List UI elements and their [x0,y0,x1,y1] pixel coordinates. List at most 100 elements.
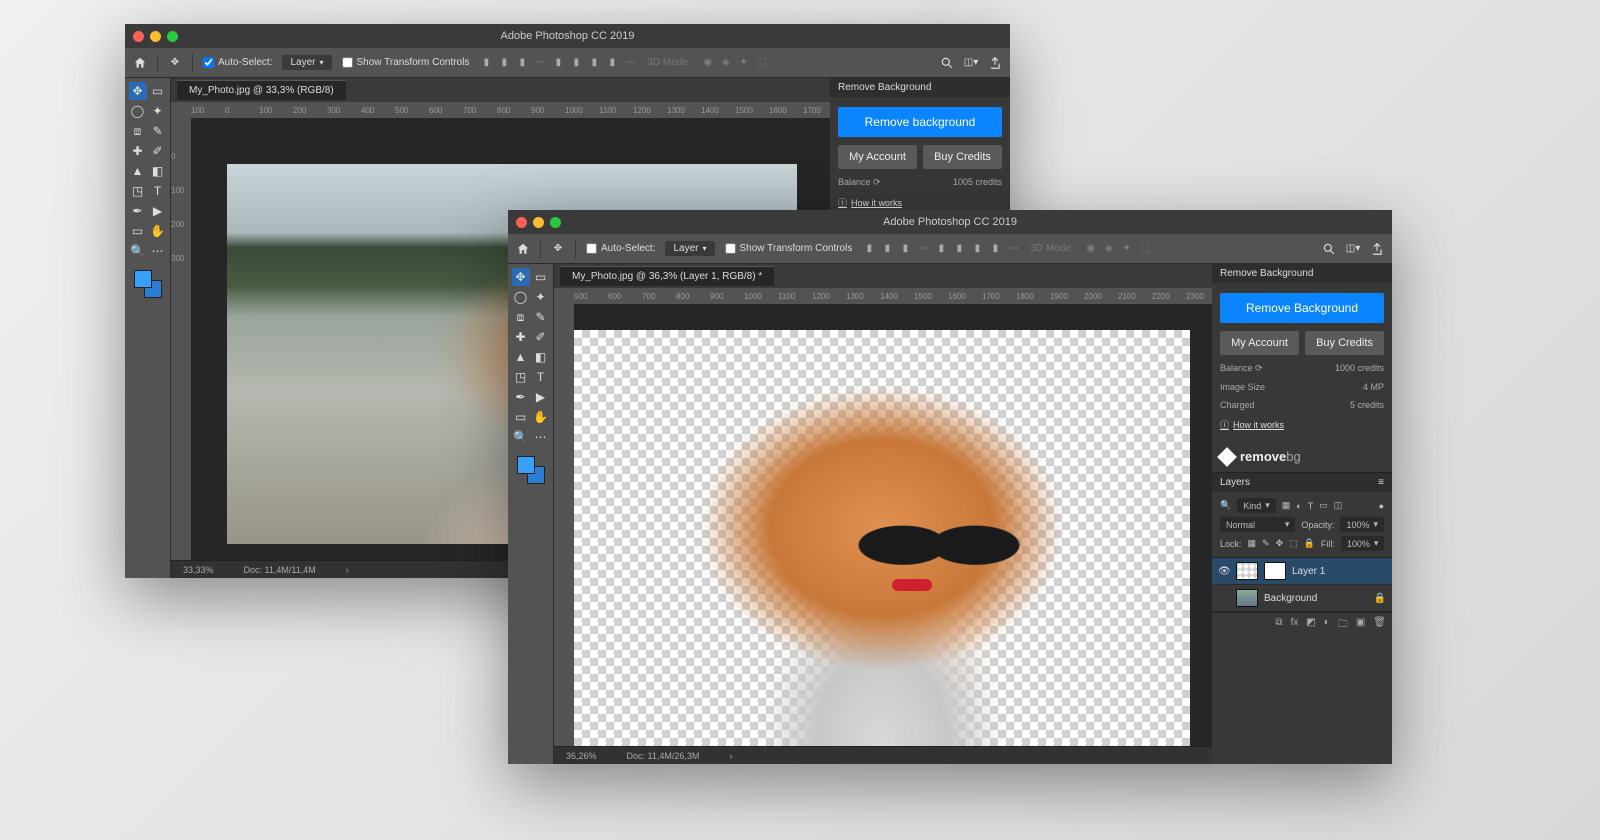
eraser-tool[interactable]: ◧ [532,348,550,366]
status-zoom[interactable]: 33,33% [183,565,214,575]
lock-artboard-icon[interactable]: ⬚ [1289,538,1298,549]
status-doc-size[interactable]: Doc: 11,4M/11,4M [244,565,316,575]
edit-toolbar[interactable]: ⋯ [532,428,550,446]
show-transform-checkbox[interactable]: Show Transform Controls [342,57,470,68]
titlebar[interactable]: Adobe Photoshop CC 2019 [125,24,1010,48]
remove-background-button[interactable]: Remove Background [1220,293,1384,323]
type-tool[interactable]: T [149,182,167,200]
home-icon[interactable] [133,56,147,70]
move-tool-icon[interactable]: ✥ [168,56,182,70]
how-it-works-link[interactable]: ⓘHow it works [1220,418,1384,431]
search-icon[interactable] [1322,242,1336,256]
adjustment-icon[interactable]: ◐ [1324,617,1330,634]
filter-shape-icon[interactable]: ▭ [1319,500,1328,511]
mask-icon[interactable]: ◩ [1306,617,1315,634]
filter-pixel-icon[interactable]: ▦ [1282,500,1291,511]
my-account-button[interactable]: My Account [1220,331,1299,355]
share-icon[interactable] [988,56,1002,70]
path-select-tool[interactable]: ▶ [532,388,550,406]
pen-tool[interactable]: ✒ [129,202,147,220]
auto-select-checkbox[interactable]: Auto-Select: [203,57,272,68]
ruler-horizontal[interactable]: 1000100200300400500600700800900100011001… [191,102,830,118]
layer-thumbnail[interactable] [1236,589,1258,607]
remove-background-button[interactable]: Remove background [838,107,1002,137]
opacity-field[interactable]: 100% ▾ [1340,517,1384,532]
ruler-horizontal[interactable]: 5006007008009001000110012001300140015001… [574,288,1212,304]
document-tab[interactable]: My_Photo.jpg @ 33,3% (RGB/8) [177,80,346,100]
buy-credits-button[interactable]: Buy Credits [1305,331,1384,355]
panel-tab-remove-bg[interactable]: Remove Background [830,78,1010,97]
layers-panel-title[interactable]: Layers [1220,477,1250,488]
status-chevron-icon[interactable]: › [729,751,732,761]
panel-menu-icon[interactable]: ≡ [1378,477,1384,488]
move-tool[interactable]: ✥ [129,82,147,100]
move-tool[interactable]: ✥ [512,268,530,286]
close-icon[interactable] [516,217,527,228]
magic-wand-tool[interactable]: ✦ [149,102,167,120]
lock-all-icon[interactable]: 🔒 [1304,538,1315,549]
layer-name[interactable]: Background [1264,593,1317,604]
magic-wand-tool[interactable]: ✦ [532,288,550,306]
minimize-icon[interactable] [150,31,161,42]
blend-mode-dropdown[interactable]: Normal ▾ [1220,517,1295,532]
gradient-tool[interactable]: ◳ [129,182,147,200]
maximize-icon[interactable] [167,31,178,42]
maximize-icon[interactable] [550,217,561,228]
status-chevron-icon[interactable]: › [346,565,349,575]
path-select-tool[interactable]: ▶ [149,202,167,220]
lock-position-icon[interactable]: ✥ [1276,538,1284,549]
shape-tool[interactable]: ▭ [129,222,147,240]
panel-tab-remove-bg[interactable]: Remove Background [1212,264,1392,283]
layer-mask-thumbnail[interactable] [1264,562,1286,580]
my-account-button[interactable]: My Account [838,145,917,169]
filter-smart-icon[interactable]: ◫ [1334,500,1343,511]
layer-name[interactable]: Layer 1 [1292,566,1325,577]
stamp-tool[interactable]: ▲ [129,162,147,180]
lock-transparent-icon[interactable]: ▦ [1248,538,1257,549]
ruler-vertical[interactable] [554,304,574,746]
auto-select-checkbox[interactable]: Auto-Select: [586,243,655,254]
auto-select-target-dropdown[interactable]: Layer▾ [282,55,331,70]
pen-tool[interactable]: ✒ [512,388,530,406]
brush-tool[interactable]: ✐ [149,142,167,160]
group-icon[interactable]: 🗀 [1338,617,1348,634]
eyedropper-tool[interactable]: ✎ [532,308,550,326]
layer-filter-kind[interactable]: Kind ▾ [1237,498,1276,513]
align-buttons[interactable]: ▮▮▮ ⋯▮▮▮▮ ⋯ [479,56,637,70]
eyedropper-tool[interactable]: ✎ [149,122,167,140]
link-layers-icon[interactable]: ⧉ [1275,617,1282,634]
layer-row[interactable]: Background 🔒 [1212,585,1392,612]
filter-type-icon[interactable]: T [1308,501,1314,511]
layer-row[interactable]: 👁 Layer 1 [1212,558,1392,585]
color-swatches[interactable] [517,456,545,484]
document-tab[interactable]: My_Photo.jpg @ 36,3% (Layer 1, RGB/8) * [560,266,774,286]
crop-tool[interactable]: ⧈ [512,308,530,326]
delete-icon[interactable]: 🗑 [1373,617,1386,634]
move-tool-icon[interactable]: ✥ [551,242,565,256]
eraser-tool[interactable]: ◧ [149,162,167,180]
color-swatches[interactable] [134,270,162,298]
gradient-tool[interactable]: ◳ [512,368,530,386]
titlebar[interactable]: Adobe Photoshop CC 2019 [508,210,1392,234]
share-icon[interactable] [1370,242,1384,256]
zoom-tool[interactable]: 🔍 [512,428,530,446]
workspace-icon[interactable]: ◫▾ [964,56,978,70]
brush-tool[interactable]: ✐ [532,328,550,346]
close-icon[interactable] [133,31,144,42]
lasso-tool[interactable]: ◯ [129,102,147,120]
lock-brush-icon[interactable]: ✎ [1262,538,1270,549]
hand-tool[interactable]: ✋ [149,222,167,240]
status-zoom[interactable]: 36,26% [566,751,597,761]
search-icon[interactable] [940,56,954,70]
marquee-tool[interactable]: ▭ [532,268,550,286]
refresh-icon[interactable]: ⟳ [873,177,881,187]
minimize-icon[interactable] [533,217,544,228]
status-doc-size[interactable]: Doc: 11,4M/26,3M [627,751,700,761]
align-buttons[interactable]: ▮▮▮ ⋯▮▮▮▮ ⋯ [862,242,1020,256]
edit-toolbar[interactable]: ⋯ [149,242,167,260]
show-transform-checkbox[interactable]: Show Transform Controls [725,243,853,254]
ruler-vertical[interactable]: 0100200300 [171,118,191,560]
lasso-tool[interactable]: ◯ [512,288,530,306]
workspace-icon[interactable]: ◫▾ [1346,242,1360,256]
auto-select-target-dropdown[interactable]: Layer▾ [665,241,714,256]
